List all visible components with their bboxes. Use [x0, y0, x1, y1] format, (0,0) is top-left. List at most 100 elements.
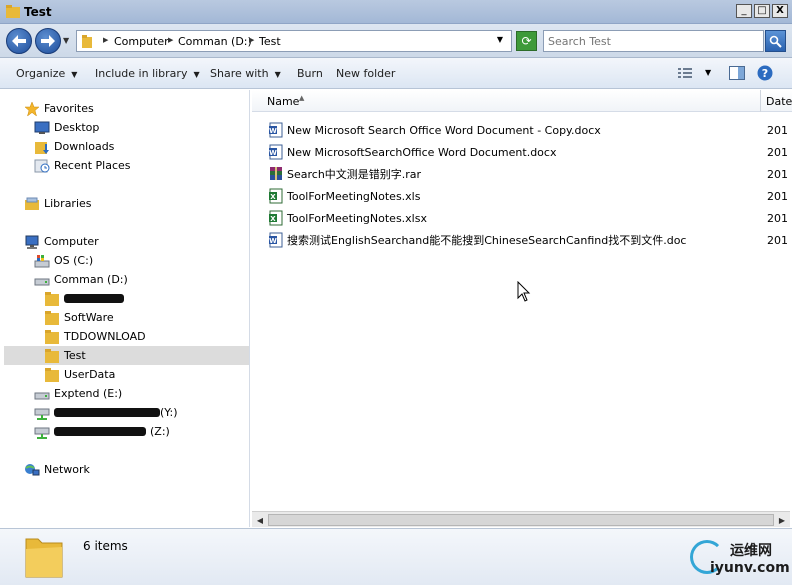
- svg-text:X: X: [270, 215, 276, 223]
- chevron-down-icon: ▼: [193, 70, 200, 79]
- file-name: Search中文测是错别字.rar: [287, 168, 422, 181]
- scroll-right-icon[interactable]: ▶: [776, 514, 788, 526]
- file-row[interactable]: W New MicrosoftSearchOffice Word Documen…: [268, 142, 788, 162]
- word-document-icon: W: [269, 122, 283, 138]
- breadcrumb-comman-d[interactable]: Comman (D:): [178, 35, 252, 48]
- preview-pane-button[interactable]: [729, 66, 745, 83]
- scroll-left-icon[interactable]: ◀: [254, 514, 266, 526]
- address-dropdown-icon[interactable]: ▼: [497, 35, 503, 44]
- nav-network[interactable]: Network: [24, 460, 90, 479]
- organize-menu[interactable]: Organize ▼: [16, 67, 77, 80]
- nav-downloads[interactable]: Downloads: [34, 137, 114, 156]
- chevron-down-icon: ▼: [274, 70, 281, 79]
- forward-button[interactable]: [35, 28, 61, 54]
- nav-drive-c[interactable]: OS (C:): [34, 251, 93, 270]
- chevron-down-icon: ▼: [71, 70, 78, 79]
- nav-favorites[interactable]: Favorites: [24, 99, 94, 118]
- nav-recent-places[interactable]: Recent Places: [34, 156, 131, 175]
- nav-label: (Y:): [160, 406, 178, 419]
- view-options-dropdown[interactable]: ▼: [705, 68, 711, 77]
- nav-drive-d[interactable]: Comman (D:): [34, 270, 128, 289]
- magnifier-icon: [769, 35, 782, 48]
- breadcrumb-separator[interactable]: ▶: [249, 36, 254, 44]
- close-button[interactable]: X: [772, 4, 788, 18]
- folder-icon: [45, 348, 59, 363]
- file-row[interactable]: W 搜索测试EnglishSearchand能不能搜到ChineseSearch…: [268, 230, 788, 250]
- arrow-right-icon: [41, 35, 55, 47]
- maximize-button[interactable]: □: [754, 4, 770, 18]
- nav-folder-userdata[interactable]: UserData: [44, 365, 115, 384]
- nav-network-drive-y[interactable]: (Y:): [34, 403, 178, 422]
- nav-folder-tddownload[interactable]: TDDOWNLOAD: [44, 327, 146, 346]
- nav-computer[interactable]: Computer: [24, 232, 99, 251]
- search-button[interactable]: [765, 30, 786, 52]
- column-date-header[interactable]: Date: [766, 95, 792, 108]
- recent-pages-dropdown[interactable]: ▼: [63, 36, 69, 45]
- breadcrumb-separator[interactable]: ▶: [168, 36, 173, 44]
- share-with-menu[interactable]: Share with ▼: [210, 67, 281, 80]
- nav-label: TDDOWNLOAD: [64, 330, 146, 343]
- svg-text:W: W: [269, 237, 277, 245]
- breadcrumb-computer[interactable]: Computer: [114, 35, 169, 48]
- nav-label: Network: [44, 463, 90, 476]
- horizontal-scrollbar[interactable]: ◀ ▶: [252, 511, 790, 527]
- file-row[interactable]: X ToolForMeetingNotes.xlsx 201: [268, 208, 788, 228]
- nav-label: UserData: [64, 368, 116, 381]
- downloads-folder-icon: [35, 141, 49, 154]
- change-view-button[interactable]: [677, 66, 693, 83]
- file-row[interactable]: W New Microsoft Search Office Word Docum…: [268, 120, 788, 140]
- search-input[interactable]: [548, 32, 748, 50]
- mouse-cursor-icon: [517, 281, 531, 302]
- breadcrumb-test[interactable]: Test: [259, 35, 281, 48]
- network-icon: [25, 463, 40, 475]
- nav-folder-software[interactable]: SoftWare: [44, 308, 114, 327]
- watermark-logo: 运维网 iyunv.com: [690, 536, 790, 580]
- nav-label: Libraries: [44, 197, 92, 210]
- redacted-text: [64, 294, 124, 303]
- scrollbar-thumb[interactable]: [268, 514, 774, 526]
- help-icon: ?: [757, 65, 773, 81]
- column-divider[interactable]: [760, 90, 761, 112]
- redacted-text: [54, 408, 160, 417]
- help-button[interactable]: ?: [757, 65, 773, 84]
- refresh-button[interactable]: ⟳: [516, 31, 537, 51]
- desktop-icon: [34, 121, 50, 134]
- column-name-header[interactable]: Name: [267, 95, 299, 108]
- file-name: New Microsoft Search Office Word Documen…: [287, 123, 601, 137]
- nav-folder-test[interactable]: Test: [4, 346, 249, 365]
- search-box[interactable]: [543, 30, 764, 52]
- rar-archive-icon: [270, 167, 282, 180]
- nav-libraries[interactable]: Libraries: [24, 194, 92, 213]
- nav-folder-redacted[interactable]: [44, 289, 124, 308]
- nav-label: Favorites: [44, 102, 94, 115]
- system-drive-icon: [34, 254, 50, 267]
- burn-button[interactable]: Burn: [297, 67, 323, 80]
- address-row: ▼ ▶ Computer ▶ Comman (D:) ▶ Test ▼ ⟳: [0, 24, 792, 58]
- svg-text:X: X: [270, 193, 276, 201]
- svg-text:W: W: [269, 149, 277, 157]
- organize-label: Organize: [16, 67, 66, 80]
- breadcrumb-separator[interactable]: ▶: [103, 36, 108, 44]
- back-button[interactable]: [6, 28, 32, 54]
- nav-network-drive-z[interactable]: (Z:): [34, 422, 170, 441]
- column-header-row: Name ▲ Date: [252, 90, 792, 112]
- computer-icon: [25, 235, 39, 249]
- file-row[interactable]: Search中文测是错别字.rar 201: [268, 164, 788, 184]
- recent-places-icon: [34, 159, 50, 172]
- nav-desktop[interactable]: Desktop: [34, 118, 99, 137]
- nav-drive-e[interactable]: Exptend (E:): [34, 384, 122, 403]
- nav-label: Exptend (E:): [54, 387, 123, 400]
- file-date: 201: [767, 167, 788, 181]
- nav-label: Computer: [44, 235, 99, 248]
- nav-label: Test: [64, 349, 86, 362]
- folder-icon: [45, 291, 59, 306]
- file-row[interactable]: X ToolForMeetingNotes.xls 201: [268, 186, 788, 206]
- address-bar[interactable]: ▶ Computer ▶ Comman (D:) ▶ Test ▼: [76, 30, 512, 52]
- include-in-library-menu[interactable]: Include in library ▼: [95, 67, 200, 80]
- nav-label: OS (C:): [54, 254, 94, 267]
- minimize-button[interactable]: _: [736, 4, 752, 18]
- svg-text:?: ?: [762, 67, 768, 80]
- watermark-text-url: iyunv.com: [710, 560, 790, 576]
- file-date: 201: [767, 145, 788, 159]
- new-folder-button[interactable]: New folder: [336, 67, 395, 80]
